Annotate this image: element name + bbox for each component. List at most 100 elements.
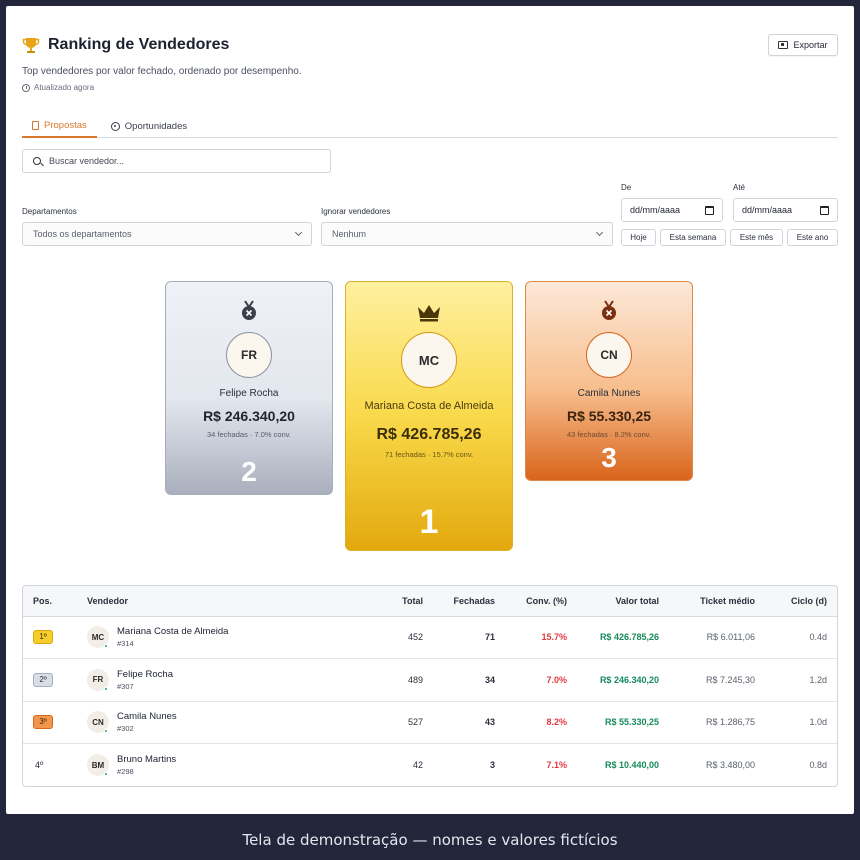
- departments-select[interactable]: Todos os departamentos: [22, 222, 312, 246]
- podium-name: Felipe Rocha: [219, 388, 279, 399]
- avatar: CN: [87, 711, 109, 734]
- podium-meta: 34 fechadas · 7.0% conv.: [206, 430, 292, 439]
- app-window: Ranking de Vendedores Top vendedores por…: [6, 6, 854, 814]
- seller-name: Bruno Martins: [117, 754, 177, 765]
- quick-week-button[interactable]: Esta semana: [660, 229, 726, 246]
- avatar: BM: [87, 754, 109, 776]
- search-box: [22, 149, 331, 173]
- ranking-table: Pos. Vendedor Total Fechadas Conv. (%) V…: [22, 585, 838, 787]
- col-header-closed[interactable]: Fechadas: [433, 586, 505, 617]
- col-header-cycle[interactable]: Ciclo (d): [765, 586, 837, 617]
- col-header-value[interactable]: Valor total: [577, 586, 669, 617]
- online-status-icon: [104, 772, 108, 776]
- col-header-ticket[interactable]: Ticket médio: [669, 586, 765, 617]
- from-label: De: [621, 183, 632, 192]
- avatar: FR: [226, 332, 272, 378]
- from-date-input[interactable]: dd/mm/aaaa: [621, 198, 723, 222]
- demo-caption-text: Tela de demonstração — nomes e valores f…: [242, 831, 618, 849]
- table-header-row: Pos. Vendedor Total Fechadas Conv. (%) V…: [23, 586, 837, 617]
- medal-icon: [602, 300, 616, 320]
- podium-value: R$ 426.785,26: [376, 426, 482, 443]
- podium-name: Camila Nunes: [577, 388, 641, 399]
- podium-meta: 43 fechadas · 8.2% conv.: [566, 430, 652, 439]
- cell-total: 489: [407, 674, 423, 685]
- seller-name: Mariana Costa de Almeida: [117, 626, 229, 638]
- cell-ticket: R$ 7.245,30: [705, 674, 755, 685]
- export-label: Exportar: [793, 40, 828, 50]
- col-header-pos[interactable]: Pos.: [23, 586, 77, 617]
- podium-meta: 71 fechadas · 15.7% conv.: [384, 450, 474, 459]
- online-status-icon: [104, 729, 108, 734]
- avatar-initials: FR: [92, 675, 104, 685]
- seller-id: #298: [117, 767, 134, 776]
- cell-conv: 15.7%: [541, 632, 567, 643]
- podium-name: Mariana Costa de Almeida: [364, 400, 494, 412]
- podium-third[interactable]: CN Camila Nunes R$ 55.330,25 43 fechadas…: [525, 281, 693, 481]
- cell-conv: 7.0%: [546, 674, 567, 685]
- tab-oportunidades[interactable]: Oportunidades: [101, 114, 197, 138]
- medal-icon: [242, 300, 256, 320]
- avatar: MC: [87, 626, 109, 649]
- podium-rank: 3: [601, 442, 617, 473]
- table-row[interactable]: 1º MC Mariana Costa de Almeida #314 452 …: [23, 616, 837, 659]
- podium-first[interactable]: MC Mariana Costa de Almeida R$ 426.785,2…: [345, 281, 513, 551]
- quick-month-button[interactable]: Este mês: [730, 229, 783, 246]
- seller-cell: FR Felipe Rocha #307: [87, 668, 363, 691]
- cell-cycle: 0.8d: [809, 760, 827, 770]
- cell-cycle: 1.2d: [809, 674, 827, 685]
- ignore-value: Nenhum: [332, 229, 367, 239]
- podium-value: R$ 246.340,20: [203, 408, 295, 424]
- col-header-conv[interactable]: Conv. (%): [505, 586, 577, 617]
- ignore-label: Ignorar vendedores: [321, 207, 391, 216]
- ignore-sellers-select[interactable]: Nenhum: [321, 222, 613, 246]
- to-label: Até: [733, 183, 746, 192]
- table-row[interactable]: 4º BM Bruno Martins #298 42 3 7.1% R$ 10…: [23, 744, 837, 787]
- page-header: Ranking de Vendedores Top vendedores por…: [22, 36, 838, 92]
- podium-second[interactable]: FR Felipe Rocha R$ 246.340,20 34 fechada…: [165, 281, 333, 495]
- updated-label: Atualizado agora: [34, 83, 95, 92]
- table-row[interactable]: 2º FR Felipe Rocha #307 489 34 7.0% R$ 2…: [23, 659, 837, 701]
- avatar: FR: [87, 668, 109, 691]
- cell-ticket: R$ 3.480,00: [705, 760, 755, 770]
- position-badge: 2º: [33, 672, 53, 687]
- table-row[interactable]: 3º CN Camila Nunes #302 527 43 8.2% R$ 5…: [23, 701, 837, 744]
- cell-value: R$ 10.440,00: [604, 760, 659, 770]
- cell-closed: 34: [484, 674, 495, 685]
- cell-total: 452: [407, 632, 423, 643]
- col-header-total[interactable]: Total: [373, 586, 433, 617]
- avatar: CN: [586, 332, 632, 378]
- cell-ticket: R$ 6.011,06: [706, 632, 755, 643]
- calendar-icon[interactable]: [820, 205, 829, 215]
- podium-rank: 1: [419, 503, 439, 541]
- avatar-initials: BM: [91, 760, 105, 770]
- quick-today-button[interactable]: Hoje: [621, 229, 656, 246]
- updated-status: Atualizado agora: [22, 83, 838, 92]
- avatar-initials: MC: [91, 632, 105, 642]
- chevron-down-icon: [294, 228, 303, 237]
- to-date-input[interactable]: dd/mm/aaaa: [733, 198, 838, 222]
- seller-id: #314: [117, 639, 134, 649]
- cell-conv: 8.2%: [546, 717, 567, 728]
- title-row: Ranking de Vendedores: [22, 36, 838, 54]
- tab-propostas[interactable]: Propostas: [22, 114, 97, 138]
- to-date-value: dd/mm/aaaa: [742, 205, 793, 215]
- departments-label: Departamentos: [22, 207, 77, 216]
- export-button[interactable]: Exportar: [768, 34, 838, 56]
- demo-caption: Tela de demonstração — nomes e valores f…: [0, 820, 860, 860]
- search-input[interactable]: [49, 156, 309, 166]
- quick-year-button[interactable]: Este ano: [787, 229, 838, 246]
- cell-cycle: 1.0d: [809, 717, 827, 728]
- seller-name: Felipe Rocha: [117, 668, 173, 680]
- cell-closed: 43: [484, 717, 495, 728]
- podium-rank: 2: [241, 456, 257, 487]
- col-header-seller[interactable]: Vendedor: [77, 586, 373, 617]
- tab-label: Propostas: [44, 119, 87, 131]
- position-label: 4º: [35, 760, 44, 770]
- cell-ticket: R$ 1.286,75: [705, 717, 755, 728]
- seller-cell: BM Bruno Martins #298: [87, 754, 363, 776]
- page-subtitle: Top vendedores por valor fechado, ordena…: [22, 66, 302, 77]
- search-icon: [33, 157, 41, 165]
- from-date-value: dd/mm/aaaa: [630, 205, 681, 215]
- document-icon: [32, 120, 39, 130]
- calendar-icon[interactable]: [705, 205, 714, 215]
